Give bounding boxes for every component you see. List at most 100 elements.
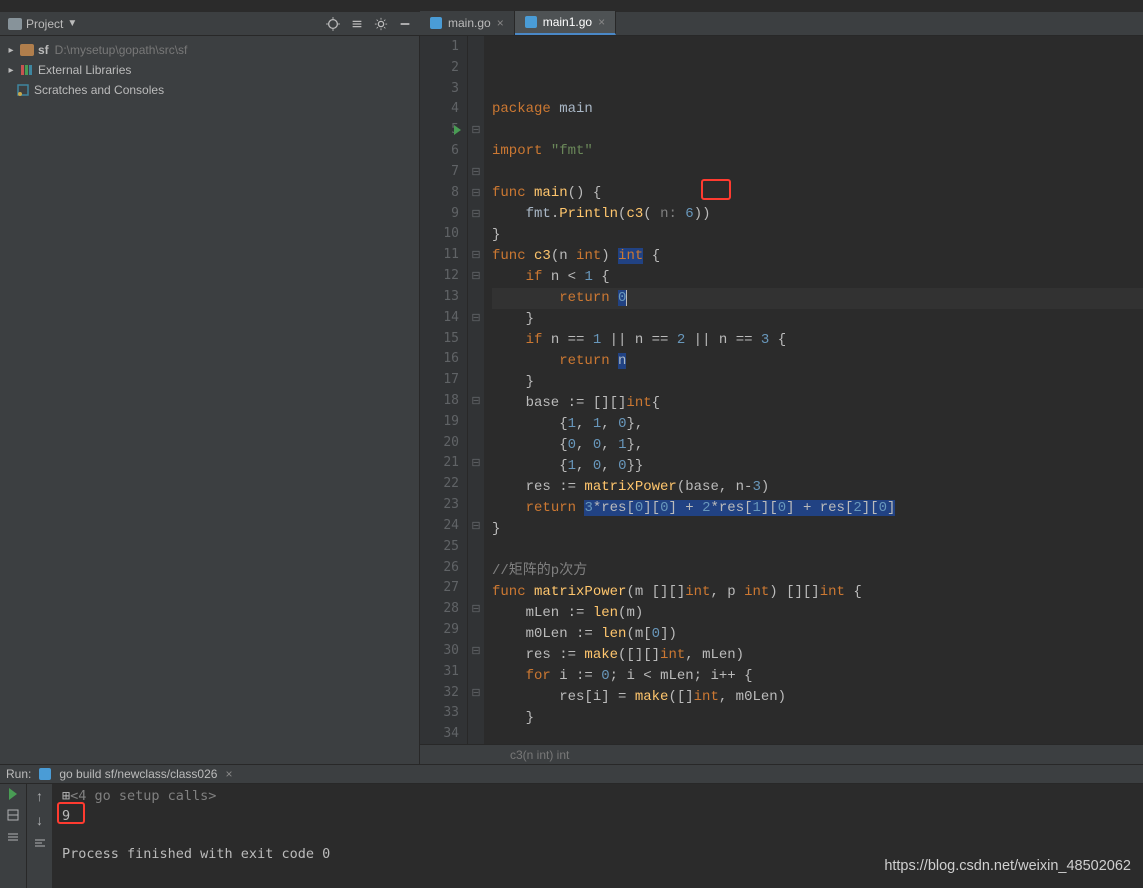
line-number[interactable]: 28 — [420, 598, 467, 619]
code-line[interactable]: return 0 — [492, 288, 1143, 309]
close-icon[interactable]: × — [497, 16, 504, 30]
line-number[interactable]: 11 — [420, 244, 467, 265]
code-line[interactable]: func matrixPower(m [][]int, p int) [][]i… — [492, 582, 1143, 603]
code-line[interactable]: mLen := len(m) — [492, 603, 1143, 624]
run-config[interactable]: go build sf/newclass/class026 — [59, 767, 217, 781]
tab-main1-go[interactable]: main1.go × — [515, 11, 616, 35]
close-icon[interactable]: × — [598, 15, 605, 29]
line-number[interactable]: 25 — [420, 536, 467, 557]
arrow-down-icon[interactable]: ↓ — [36, 812, 43, 828]
code-line[interactable] — [492, 120, 1143, 141]
fold-marker[interactable]: ⊟ — [468, 640, 484, 661]
code-line[interactable]: import "fmt" — [492, 141, 1143, 162]
code-line[interactable]: {0, 0, 1}, — [492, 435, 1143, 456]
code-line[interactable]: return n — [492, 351, 1143, 372]
code-line[interactable]: m0Len := len(m[0]) — [492, 624, 1143, 645]
code-line[interactable]: {1, 0, 0}} — [492, 456, 1143, 477]
line-number[interactable]: 31 — [420, 661, 467, 682]
code-line[interactable]: res := matrixPower(base, n-3) — [492, 477, 1143, 498]
line-number[interactable]: 30 — [420, 640, 467, 661]
line-number[interactable]: 13 — [420, 286, 467, 307]
line-number[interactable]: 4 — [420, 98, 467, 119]
minimize-icon[interactable] — [398, 17, 412, 31]
code-line[interactable]: package main — [492, 99, 1143, 120]
line-number[interactable]: 19 — [420, 411, 467, 432]
arrow-up-icon[interactable]: ↑ — [36, 788, 43, 804]
code-line[interactable]: fmt.Println(c3( n: 6)) — [492, 204, 1143, 225]
code-line[interactable]: func c3(n int) int { — [492, 246, 1143, 267]
code-line[interactable]: } — [492, 519, 1143, 540]
locate-icon[interactable] — [326, 17, 340, 31]
line-number[interactable]: 6 — [420, 140, 467, 161]
code-line[interactable] — [492, 729, 1143, 744]
line-number[interactable]: 34 — [420, 723, 467, 744]
code-line[interactable]: func main() { — [492, 183, 1143, 204]
line-number[interactable]: 21 — [420, 453, 467, 474]
code-line[interactable]: base := [][]int{ — [492, 393, 1143, 414]
line-number[interactable]: 3 — [420, 78, 467, 99]
run-icon[interactable] — [9, 788, 17, 800]
line-number[interactable]: 20 — [420, 432, 467, 453]
tree-node-libs[interactable]: ▸ External Libraries — [0, 60, 419, 80]
line-number[interactable]: 24 — [420, 515, 467, 536]
fold-marker[interactable]: ⊟ — [468, 390, 484, 411]
line-number[interactable]: 2 — [420, 57, 467, 78]
wrap-icon[interactable] — [33, 836, 47, 850]
structure-icon[interactable] — [6, 808, 20, 822]
line-number[interactable]: 17 — [420, 369, 467, 390]
code-line[interactable]: } — [492, 309, 1143, 330]
code-area[interactable]: package main import "fmt" func main() { fm… — [484, 36, 1143, 744]
project-dropdown[interactable]: Project ▼ — [8, 17, 77, 31]
code-line[interactable]: } — [492, 225, 1143, 246]
fold-marker[interactable]: ⊟ — [468, 161, 484, 182]
tree-node-scratch[interactable]: Scratches and Consoles — [0, 80, 419, 100]
code-line[interactable]: //矩阵的p次方 — [492, 561, 1143, 582]
fold-marker[interactable]: ⊟ — [468, 307, 484, 328]
code-line[interactable]: res := make([][]int, mLen) — [492, 645, 1143, 666]
code-line[interactable]: return 3*res[0][0] + 2*res[1][0] + res[2… — [492, 498, 1143, 519]
line-number[interactable]: 14 — [420, 307, 467, 328]
line-number[interactable]: 23 — [420, 494, 467, 515]
run-gutter-icon[interactable] — [454, 125, 461, 135]
line-number[interactable]: 12 — [420, 265, 467, 286]
fold-marker[interactable]: ⊟ — [468, 682, 484, 703]
more-icon[interactable] — [6, 830, 20, 844]
code-line[interactable]: if n == 1 || n == 2 || n == 3 { — [492, 330, 1143, 351]
code-line[interactable]: } — [492, 372, 1143, 393]
code-line[interactable]: if n < 1 { — [492, 267, 1143, 288]
fold-marker[interactable]: ⊟ — [468, 265, 484, 286]
line-number[interactable]: 5 — [420, 119, 467, 140]
gear-icon[interactable] — [374, 17, 388, 31]
line-number[interactable]: 32 — [420, 682, 467, 703]
line-number[interactable]: 33 — [420, 703, 467, 724]
line-number[interactable]: 1 — [420, 36, 467, 57]
fold-marker[interactable]: ⊟ — [468, 182, 484, 203]
code-line[interactable] — [492, 540, 1143, 561]
close-icon[interactable]: × — [225, 767, 232, 781]
line-number[interactable]: 16 — [420, 348, 467, 369]
tree-node-sf[interactable]: ▸ sf D:\mysetup\gopath\src\sf — [0, 40, 419, 60]
fold-marker[interactable]: ⊟ — [468, 203, 484, 224]
line-number[interactable]: 26 — [420, 557, 467, 578]
line-number[interactable]: 18 — [420, 390, 467, 411]
line-number[interactable]: 7 — [420, 161, 467, 182]
code-editor[interactable]: 1234567891011121314151617181920212223242… — [420, 36, 1143, 744]
line-number[interactable]: 27 — [420, 578, 467, 599]
line-number[interactable]: 15 — [420, 328, 467, 349]
line-number[interactable]: 9 — [420, 203, 467, 224]
fold-marker[interactable]: ⊟ — [468, 119, 484, 140]
expand-all-icon[interactable] — [350, 17, 364, 31]
code-line[interactable]: } — [492, 708, 1143, 729]
fold-marker[interactable]: ⊟ — [468, 453, 484, 474]
fold-marker[interactable]: ⊟ — [468, 515, 484, 536]
code-line[interactable]: res[i] = make([]int, m0Len) — [492, 687, 1143, 708]
line-number[interactable]: 10 — [420, 223, 467, 244]
fold-marker[interactable]: ⊟ — [468, 244, 484, 265]
code-line[interactable]: {1, 1, 0}, — [492, 414, 1143, 435]
tab-main-go[interactable]: main.go × — [420, 11, 515, 35]
line-number[interactable]: 29 — [420, 619, 467, 640]
code-line[interactable]: for i := 0; i < mLen; i++ { — [492, 666, 1143, 687]
code-line[interactable] — [492, 162, 1143, 183]
fold-marker[interactable]: ⊟ — [468, 598, 484, 619]
line-number[interactable]: 8 — [420, 182, 467, 203]
